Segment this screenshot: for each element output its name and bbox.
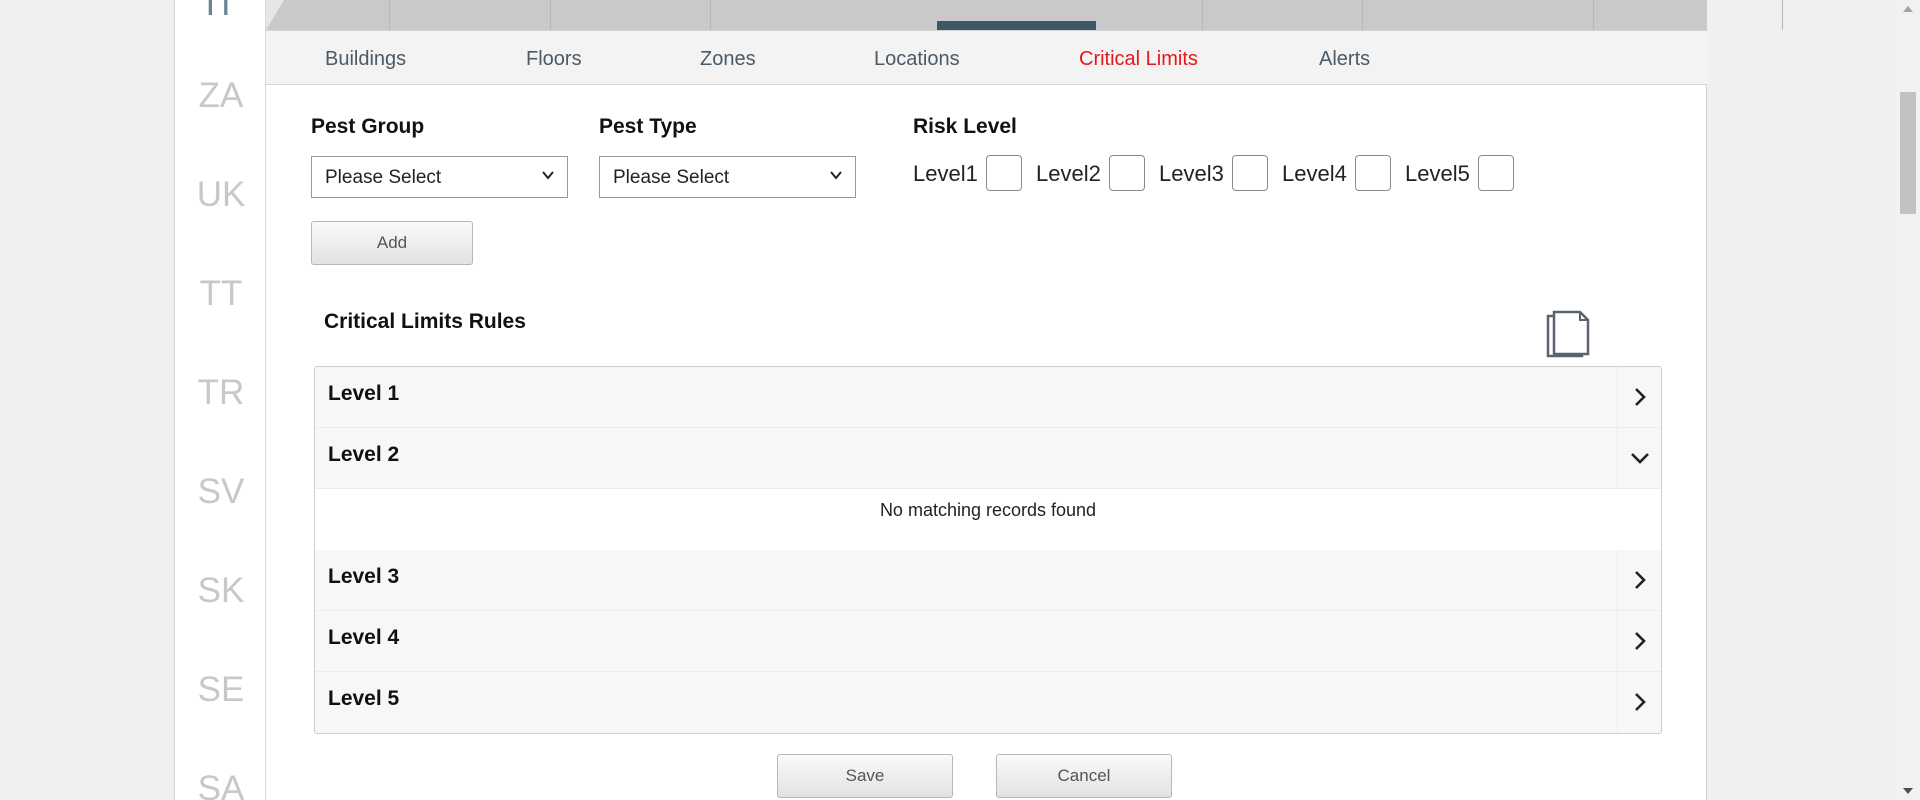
level-title: Level 1: [328, 382, 400, 405]
chevron-down-icon: [542, 171, 554, 180]
level4-checkbox[interactable]: [1355, 155, 1391, 191]
top-tab[interactable]: [266, 0, 390, 30]
critical-limits-accordion: Level 1 Level 2 No matching records foun…: [314, 366, 1662, 734]
pest-type-value: Please Select: [613, 167, 730, 188]
country-item[interactable]: ZA: [175, 76, 267, 116]
country-sidebar: IT ZA UK TT TR SV SK SE SA: [174, 0, 266, 800]
add-button[interactable]: Add: [311, 221, 473, 265]
chevron-down-icon: [830, 171, 842, 180]
tab-critical-limits[interactable]: Critical Limits: [1079, 48, 1198, 71]
expand-toggle[interactable]: [1617, 611, 1661, 672]
sub-navigation: Buildings Floors Zones Locations Critica…: [266, 30, 1707, 85]
expand-toggle[interactable]: [1617, 367, 1661, 428]
country-item[interactable]: IT: [175, 0, 267, 24]
country-item[interactable]: TT: [175, 274, 267, 314]
scrollbar-thumb[interactable]: [1900, 92, 1916, 214]
country-item[interactable]: UK: [175, 175, 267, 215]
country-item[interactable]: SK: [175, 571, 267, 611]
tab-alerts[interactable]: Alerts: [1319, 48, 1370, 71]
risk-level-label: Risk Level: [913, 115, 1017, 138]
critical-limits-rules-title: Critical Limits Rules: [324, 310, 526, 333]
top-tab-active-indicator: [937, 21, 1096, 30]
level3-label: Level3: [1159, 161, 1224, 186]
pest-group-value: Please Select: [325, 167, 442, 188]
top-tab[interactable]: [1594, 0, 1783, 30]
top-tab[interactable]: [551, 0, 711, 30]
level-row[interactable]: Level 3: [315, 550, 1661, 611]
top-tab[interactable]: [390, 0, 551, 30]
level-row[interactable]: Level 5: [315, 672, 1661, 733]
level3-checkbox[interactable]: [1232, 155, 1268, 191]
collapse-toggle[interactable]: [1617, 428, 1661, 489]
level5-label: Level5: [1405, 161, 1470, 186]
pest-group-label: Pest Group: [311, 115, 425, 138]
top-tab[interactable]: [1203, 0, 1363, 30]
country-item[interactable]: TR: [175, 373, 267, 413]
country-item[interactable]: SV: [175, 472, 267, 512]
pest-group-select[interactable]: Please Select: [311, 156, 568, 198]
level5-checkbox[interactable]: [1478, 155, 1514, 191]
chevron-right-icon: [1635, 571, 1646, 589]
tab-buildings[interactable]: Buildings: [325, 48, 406, 71]
level4-label: Level4: [1282, 161, 1347, 186]
main-panel: Buildings Floors Zones Locations Critica…: [266, 0, 1783, 800]
pest-type-label: Pest Type: [599, 115, 697, 138]
tab-zones[interactable]: Zones: [700, 48, 756, 71]
country-item[interactable]: SE: [175, 670, 267, 710]
level-title: Level 2: [328, 443, 400, 466]
level2-checkbox[interactable]: [1109, 155, 1145, 191]
chevron-down-icon: [1631, 453, 1649, 464]
country-item[interactable]: SA: [175, 769, 267, 800]
copy-document-icon[interactable]: [1546, 310, 1592, 360]
save-button[interactable]: Save: [777, 754, 953, 798]
top-tab-bar: [266, 0, 1783, 30]
scroll-up-icon[interactable]: [1903, 6, 1913, 12]
tab-locations[interactable]: Locations: [874, 48, 960, 71]
top-tab[interactable]: [1363, 0, 1594, 30]
chevron-right-icon: [1635, 388, 1646, 406]
page-scrollbar[interactable]: [1896, 0, 1920, 800]
level1-checkbox[interactable]: [986, 155, 1022, 191]
scroll-down-icon[interactable]: [1903, 788, 1913, 794]
level1-label: Level1: [913, 161, 978, 186]
level-title: Level 3: [328, 565, 400, 588]
level2-label: Level2: [1036, 161, 1101, 186]
level-title: Level 4: [328, 626, 400, 649]
level-row[interactable]: Level 1: [315, 367, 1661, 428]
level-row[interactable]: Level 4: [315, 611, 1661, 672]
expand-toggle[interactable]: [1617, 550, 1661, 611]
expand-toggle[interactable]: [1617, 672, 1661, 733]
level-title: Level 5: [328, 687, 400, 710]
tab-floors[interactable]: Floors: [526, 48, 582, 71]
chevron-right-icon: [1635, 632, 1646, 650]
cancel-button[interactable]: Cancel: [996, 754, 1172, 798]
pest-type-select[interactable]: Please Select: [599, 156, 856, 198]
level-row[interactable]: Level 2: [315, 428, 1661, 489]
empty-records-message: No matching records found: [879, 500, 1097, 520]
chevron-right-icon: [1635, 693, 1646, 711]
